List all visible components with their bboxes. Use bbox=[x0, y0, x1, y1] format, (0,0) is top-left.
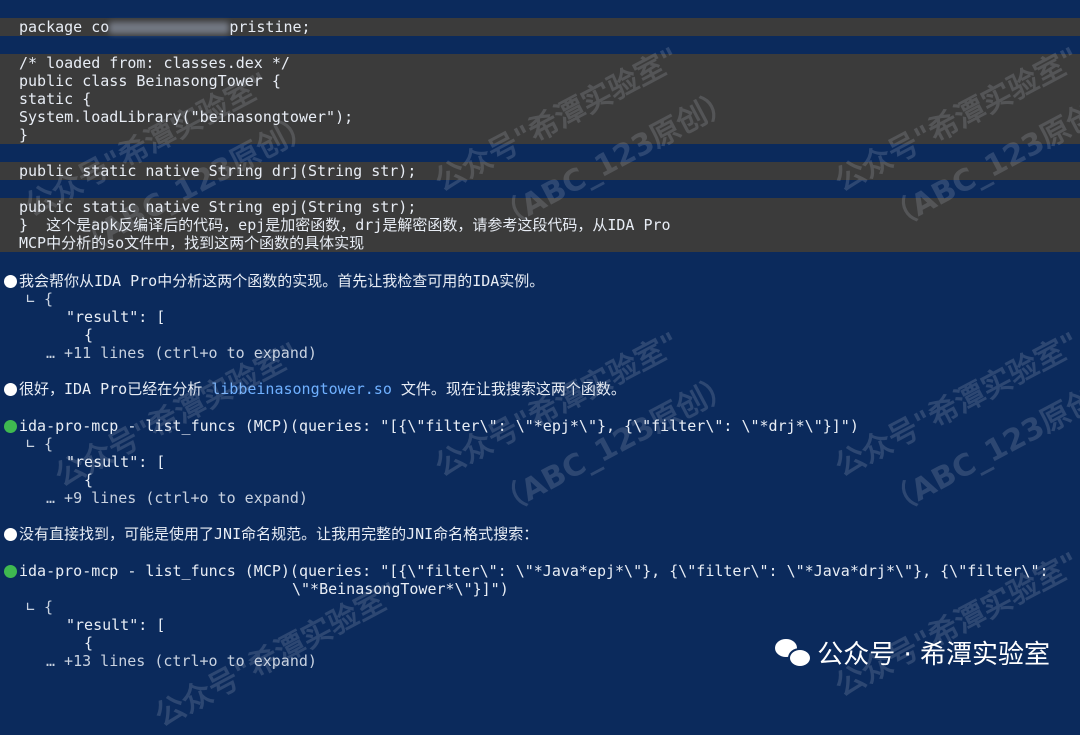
result-line: { bbox=[84, 471, 94, 489]
redacted-text bbox=[109, 21, 230, 34]
result-line: "result": [ bbox=[66, 453, 166, 471]
assistant-message: 很好，IDA Pro已经在分析 libbeinasongtower.so 文件。… bbox=[19, 380, 626, 398]
assistant-message: 没有直接找到，可能是使用了JNI命名规范。让我用完整的JNI命名格式搜索： bbox=[19, 525, 539, 543]
result-tree-line: ∟ { bbox=[26, 598, 54, 616]
result-tree-line: ∟ { bbox=[26, 435, 54, 453]
wechat-icon bbox=[775, 637, 813, 668]
tool-call-line: ida-pro-mcp - list_funcs (MCP)(queries: … bbox=[19, 417, 859, 435]
prompt-line-1: } 这个是apk反编译后的代码，epj是加密函数，drj是解密函数，请参考这段代… bbox=[0, 216, 1080, 234]
assistant-message: 我会帮你从IDA Pro中分析这两个函数的实现。首先让我检查可用的IDA实例。 bbox=[19, 272, 545, 290]
code-line-class: public class BeinasongTower { bbox=[0, 72, 1080, 90]
expand-hint[interactable]: … +9 lines (ctrl+o to expand) bbox=[46, 489, 1080, 507]
file-name: libbeinasongtower.so bbox=[211, 380, 392, 398]
prompt-line-2: MCP中分析的so文件中，找到这两个函数的具体实现 bbox=[0, 234, 1080, 252]
code-line-drj: public static native String drj(String s… bbox=[0, 162, 1080, 180]
terminal-output: package co pristine; /* loaded from: clas… bbox=[0, 0, 1080, 734]
code-line-loadlibrary: System.loadLibrary("beinasongtower"); bbox=[0, 108, 1080, 126]
code-line-epj: public static native String epj(String s… bbox=[0, 198, 1080, 216]
brand-label: 公众号 · 希潭实验室 bbox=[775, 632, 1050, 672]
code-line-package: package co pristine; bbox=[0, 18, 1080, 36]
tool-call-line-continued: \"*BeinasongTower*\"}]") bbox=[292, 580, 509, 598]
result-line: { bbox=[84, 326, 94, 344]
result-line: "result": [ bbox=[66, 308, 166, 326]
code-line-static: static { bbox=[0, 90, 1080, 108]
code-line-close: } bbox=[0, 126, 1080, 144]
code-line-comment: /* loaded from: classes.dex */ bbox=[0, 54, 1080, 72]
result-tree-line: ∟ { bbox=[26, 290, 54, 308]
tool-call-line: ida-pro-mcp - list_funcs (MCP)(queries: … bbox=[19, 562, 1049, 580]
expand-hint[interactable]: … +11 lines (ctrl+o to expand) bbox=[46, 344, 1080, 362]
